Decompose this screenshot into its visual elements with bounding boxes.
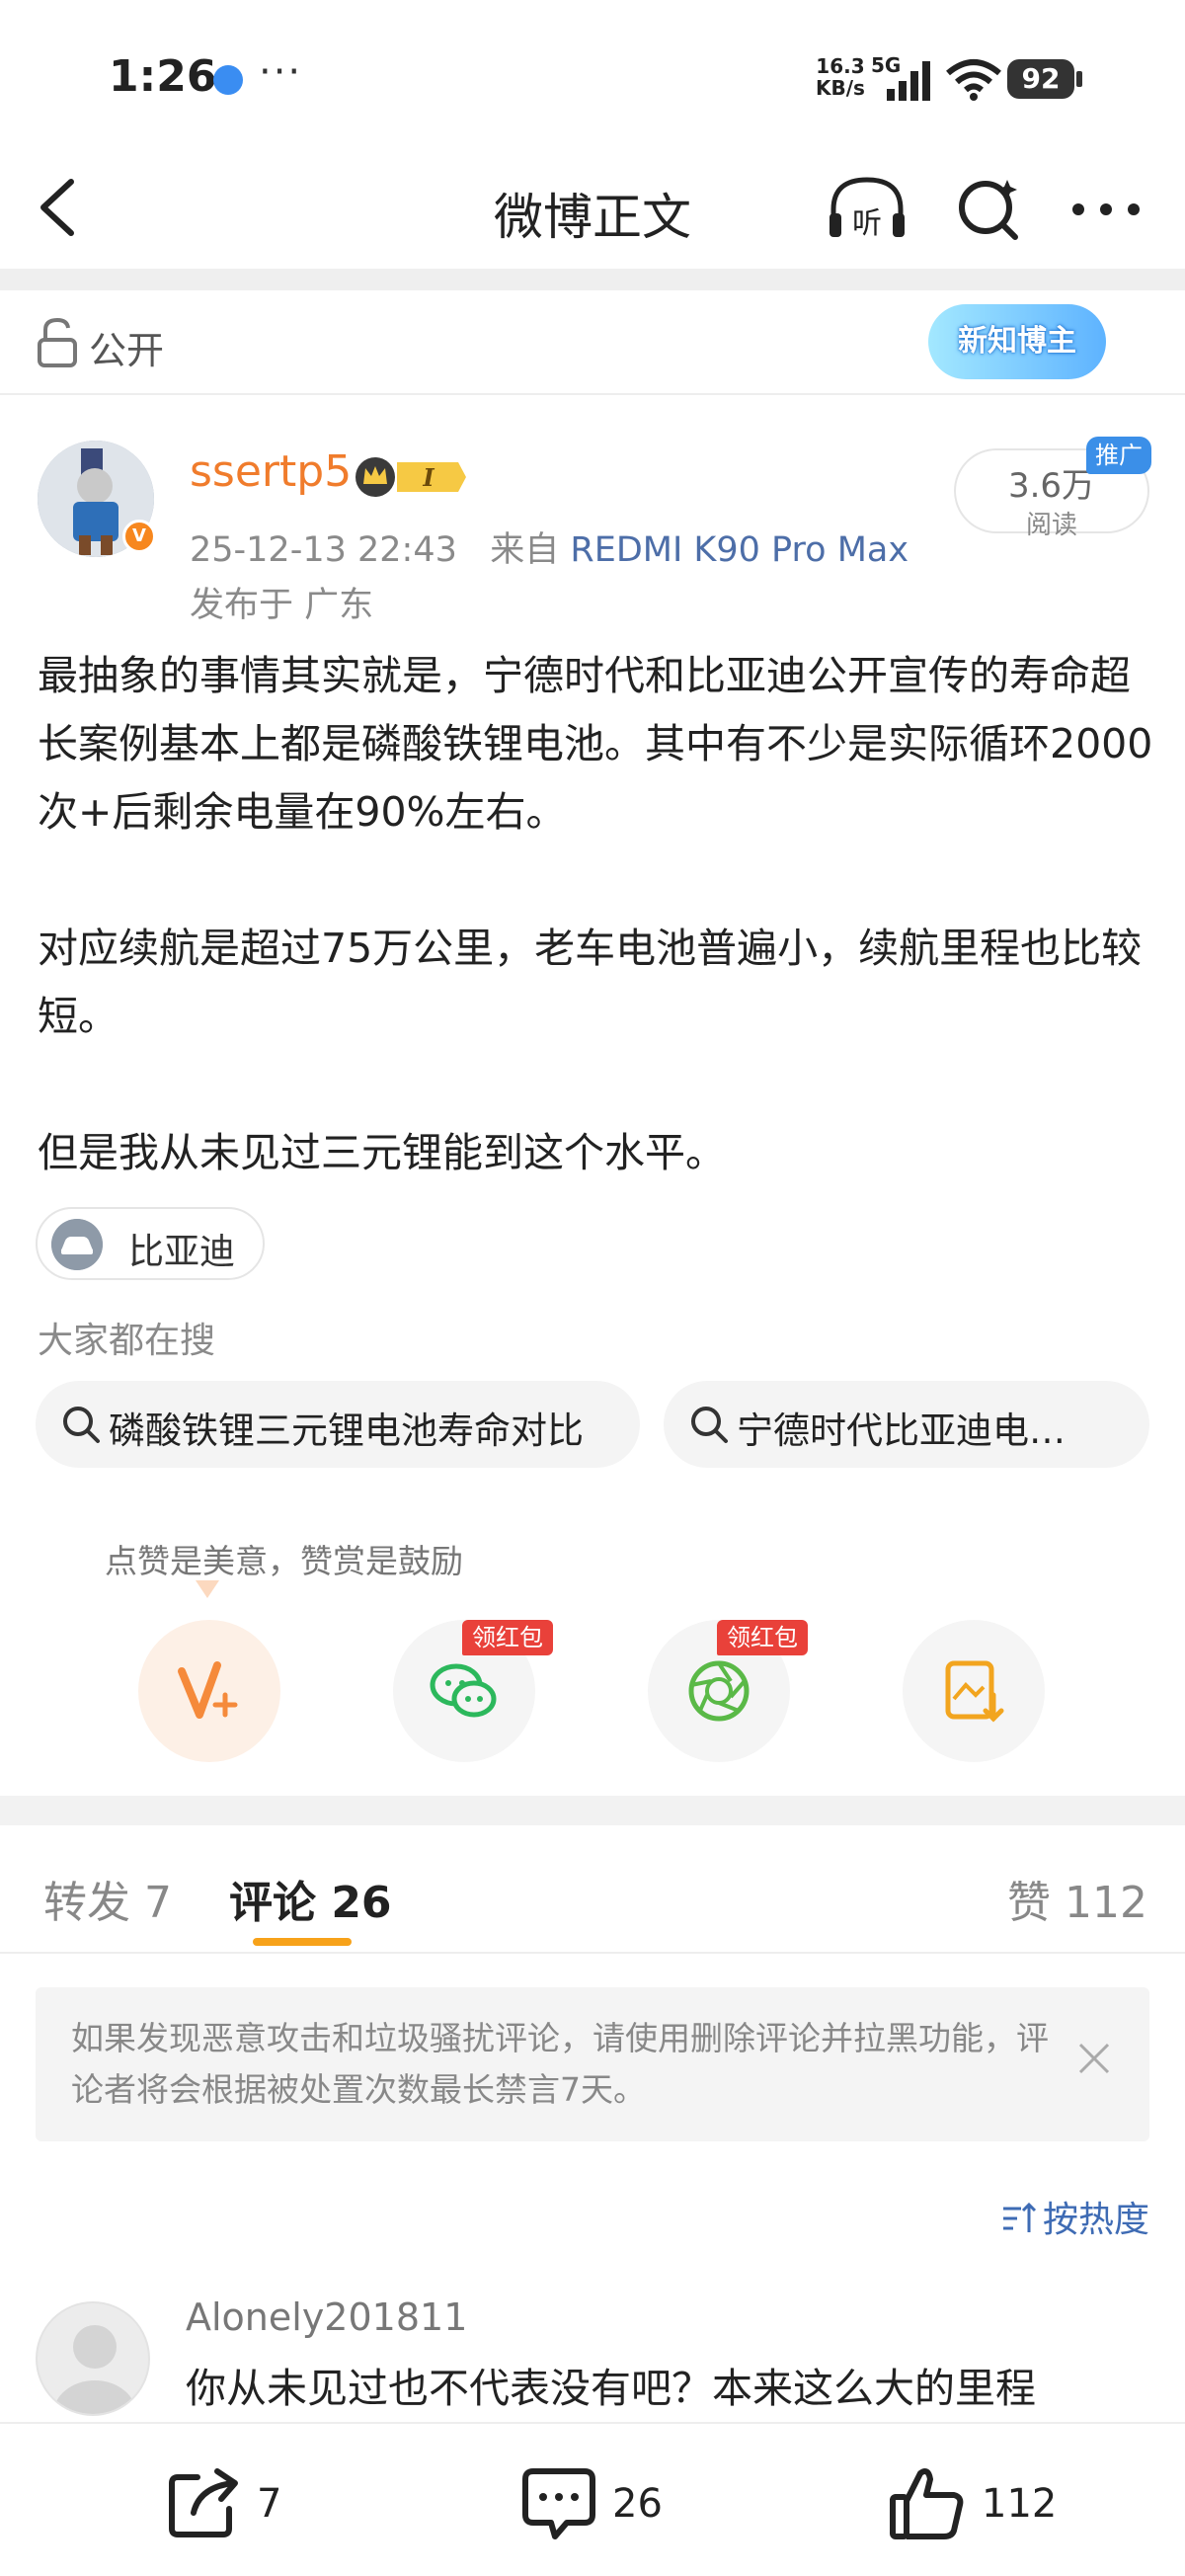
header-divider <box>0 269 1185 290</box>
author-header: V ssertp5 I 25-12-13 22:43 来自 REDMI K90 … <box>0 415 1185 625</box>
source-prefix: 来自 <box>490 530 560 570</box>
tab-comment[interactable]: 评论 26 <box>229 1867 392 1930</box>
network-speed-value: 16.3 <box>816 54 865 78</box>
search-suggestion-text: 磷酸铁锂三元锂电池寿命对比 <box>109 1409 584 1452</box>
app-header: 微博正文 听 <box>0 148 1185 267</box>
search-icon <box>691 1407 728 1443</box>
commenter-avatar[interactable] <box>36 2301 150 2416</box>
topic-chip[interactable]: 比亚迪 <box>36 1207 265 1280</box>
red-packet-tag: 领红包 <box>462 1620 553 1655</box>
search-suggestion[interactable]: 磷酸铁锂三元锂电池寿命对比 <box>36 1381 640 1468</box>
reward-v-plus-icon <box>178 1661 238 1719</box>
moments-aperture-icon <box>688 1660 750 1722</box>
like-count: 112 <box>982 2481 1058 2527</box>
visibility-label: 公开 <box>89 329 165 372</box>
car-icon <box>51 1219 103 1270</box>
more-options-icon[interactable] <box>1066 174 1146 243</box>
search-icon[interactable] <box>954 174 1023 243</box>
comment-icon <box>522 2468 595 2539</box>
status-bar: 1:26 ··· 16.3 KB/s 5G 92 <box>0 0 1185 148</box>
sort-by-hot-button[interactable]: 按热度 <box>1001 2191 1149 2242</box>
post-location: 发布于 广东 <box>190 586 374 625</box>
search-suggestion-text: 宁德时代比亚迪电… <box>737 1409 1066 1452</box>
post-body: 最抽象的事情其实就是，宁德时代和比亚迪公开宣传的寿命超长案例基本上都是磷酸铁锂电… <box>38 642 1153 1187</box>
tab-likes[interactable]: 赞 112 <box>1007 1867 1147 1930</box>
commenter-name[interactable]: Alonely201811 <box>186 2295 467 2339</box>
reward-tip: 点赞是美意，赞赏是鼓励 <box>105 1542 463 1580</box>
comment-count: 26 <box>612 2481 663 2527</box>
listen-label: 听 <box>852 206 882 241</box>
new-blogger-badge[interactable]: 新知博主 <box>928 304 1106 379</box>
comment-tabs: 转发 7 评论 26 赞 112 <box>0 1825 1185 1954</box>
tab-repost[interactable]: 转发 7 <box>43 1867 172 1930</box>
vip-level: I <box>422 463 434 492</box>
battery-indicator: 92 <box>1007 59 1074 99</box>
comment-text: 你从未见过也不代表没有吧？本来这么大的里程 <box>186 2365 1036 2412</box>
tip-pointer <box>196 1580 219 1598</box>
app-notification-icon <box>213 65 243 95</box>
author-name[interactable]: ssertp5 <box>190 446 352 497</box>
more-notifications-icon: ··· <box>259 49 303 95</box>
post-source-device[interactable]: REDMI K90 Pro Max <box>570 530 908 570</box>
post-paragraph: 但是我从未见过三元锂能到这个水平。 <box>38 1129 726 1176</box>
network-speed: 16.3 KB/s <box>816 55 865 99</box>
post-paragraph: 最抽象的事情其实就是，宁德时代和比亚迪公开宣传的寿命超长案例基本上都是磷酸铁锂电… <box>38 652 1153 836</box>
battery-tip <box>1076 71 1082 87</box>
search-suggestion[interactable]: 宁德时代比亚迪电… <box>664 1381 1149 1468</box>
thumbs-up-icon <box>890 2468 964 2539</box>
visibility-row: 公开 新知博主 <box>0 290 1185 395</box>
trending-searches-heading: 大家都在搜 <box>38 1321 216 1361</box>
verified-badge-icon: V <box>122 520 156 553</box>
sort-icon <box>1002 2202 1037 2232</box>
reads-label: 阅读 <box>1025 511 1077 540</box>
repost-count: 7 <box>257 2481 282 2527</box>
listen-headphones-icon[interactable]: 听 <box>826 174 908 243</box>
wechat-icon <box>430 1663 497 1718</box>
post-timestamp: 25-12-13 22:43 <box>190 530 457 570</box>
section-divider <box>0 1796 1185 1825</box>
bottom-action-bar: 7 26 112 <box>0 2422 1185 2576</box>
save-image-button[interactable] <box>903 1620 1045 1762</box>
topic-label: 比亚迪 <box>128 1232 236 1272</box>
wifi-icon <box>946 59 1001 101</box>
default-avatar-icon <box>53 2325 136 2414</box>
notice-text: 如果发现恶意攻击和垃圾骚扰评论，请使用删除评论并拉黑功能，评论者将会根据被处置次… <box>71 2019 1049 2109</box>
close-icon[interactable] <box>1074 2039 1114 2078</box>
promotion-tag: 推广 <box>1086 437 1151 474</box>
repost-icon <box>169 2468 238 2537</box>
network-speed-unit: KB/s <box>816 76 865 100</box>
signal-icon <box>887 61 930 101</box>
save-image-icon <box>945 1660 1004 1723</box>
search-icon <box>63 1407 100 1443</box>
reward-button[interactable] <box>138 1620 280 1762</box>
active-tab-indicator <box>253 1938 352 1946</box>
vip-crown-badge[interactable]: I <box>352 454 466 500</box>
red-packet-tag: 领红包 <box>717 1620 808 1655</box>
unlock-icon <box>38 318 77 367</box>
status-time: 1:26 <box>109 51 217 102</box>
post-paragraph: 对应续航是超过75万公里，老车电池普遍小，续航里程也比较短。 <box>38 925 1143 1040</box>
sort-label: 按热度 <box>1042 2200 1149 2240</box>
post-meta: 25-12-13 22:43 来自 REDMI K90 Pro Max <box>190 522 908 572</box>
comment-notice: 如果发现恶意攻击和垃圾骚扰评论，请使用删除评论并拉黑功能，评论者将会根据被处置次… <box>36 1987 1149 2141</box>
